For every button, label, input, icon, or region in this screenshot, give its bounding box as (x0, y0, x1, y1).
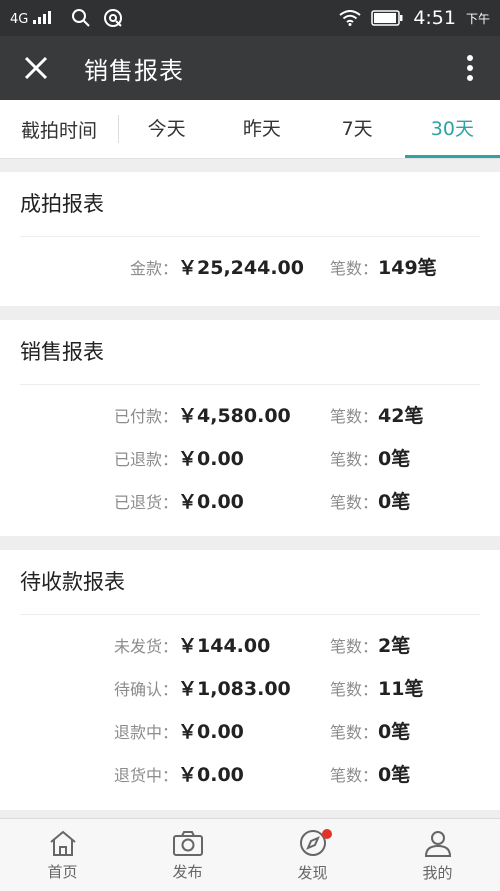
more-button[interactable] (440, 36, 500, 100)
row-count-label: 笔数： (329, 406, 378, 426)
search-icon (71, 9, 90, 27)
row-count: 0笔 (378, 721, 411, 743)
row-count-label: 笔数： (329, 449, 378, 469)
more-vertical-icon (467, 55, 473, 81)
report-row: 退货中： ￥0.00 笔数： 0笔 (20, 752, 480, 795)
network-indicator: 4G (10, 10, 59, 27)
wifi-icon (339, 10, 361, 26)
report-row: 金款： ￥25,244.00 笔数： 149笔 (20, 245, 480, 288)
row-count: 42笔 (378, 405, 424, 427)
row-amount: ￥0.00 (178, 491, 244, 513)
title-bar: 销售报表 (0, 36, 500, 100)
status-bar: 4G 4:51 下午 (0, 0, 500, 36)
row-count: 0笔 (378, 448, 411, 470)
camera-icon (172, 829, 204, 857)
report-row: 未发货： ￥144.00 笔数： 2笔 (20, 623, 480, 666)
section-title: 成拍报表 (20, 172, 480, 237)
nav-label: 发布 (172, 862, 203, 881)
row-count-label: 笔数： (329, 722, 378, 742)
nav-label: 首页 (47, 862, 78, 881)
row-count: 11笔 (378, 678, 424, 700)
bottom-navigation: 首页 发布 发现 我的 (0, 818, 500, 891)
page-title: 销售报表 (84, 56, 184, 85)
nav-mine[interactable]: 我的 (375, 819, 500, 891)
close-icon (24, 56, 48, 80)
nav-publish[interactable]: 发布 (125, 819, 250, 891)
signal-icon (32, 10, 51, 24)
row-label: 已退款： (113, 449, 178, 469)
row-amount: ￥0.00 (178, 448, 244, 470)
section-title: 待收款报表 (20, 550, 480, 615)
row-count-label: 笔数： (329, 679, 378, 699)
row-count-label: 笔数： (329, 258, 378, 278)
filter-label: 截拍时间 (20, 119, 97, 142)
row-count-label: 笔数： (329, 492, 378, 512)
home-icon (48, 829, 78, 857)
user-icon (423, 828, 453, 858)
row-label: 未发货： (113, 636, 178, 656)
section-title: 销售报表 (20, 320, 480, 385)
row-label: 退货中： (113, 765, 178, 785)
row-amount: ￥144.00 (178, 635, 271, 657)
report-row: 退款中： ￥0.00 笔数： 0笔 (20, 709, 480, 752)
row-count: 2笔 (378, 635, 411, 657)
deal-report-card: 成拍报表 金款： ￥25,244.00 笔数： 149笔 (0, 172, 500, 306)
tab-yesterday[interactable]: 昨天 (214, 100, 309, 158)
clock-ampm: 下午 (465, 11, 490, 26)
row-label: 金款： (129, 258, 178, 278)
row-count-label: 笔数： (329, 636, 378, 656)
nav-discover[interactable]: 发现 (250, 819, 375, 891)
row-amount: ￥25,244.00 (178, 257, 304, 279)
network-label: 4G (10, 11, 29, 27)
nav-label: 我的 (422, 863, 453, 882)
report-row: 已退款： ￥0.00 笔数： 0笔 (20, 436, 480, 479)
nav-label: 发现 (297, 863, 328, 882)
receivables-report-card: 待收款报表 未发货： ￥144.00 笔数： 2笔 待确认： ￥1,083.00… (0, 550, 500, 810)
sales-report-card: 销售报表 已付款： ￥4,580.00 笔数： 42笔 已退款： ￥0.00 笔… (0, 320, 500, 536)
row-amount: ￥0.00 (178, 764, 244, 786)
nav-home[interactable]: 首页 (0, 819, 125, 891)
tab-30-days[interactable]: 30天 (404, 100, 500, 158)
row-count: 0笔 (378, 764, 411, 786)
tab-today[interactable]: 今天 (119, 100, 214, 158)
browser-icon (103, 9, 122, 27)
clock: 4:51 (413, 7, 456, 29)
row-count-label: 笔数： (329, 765, 378, 785)
row-count: 0笔 (378, 491, 411, 513)
close-button[interactable] (0, 36, 72, 100)
report-row: 待确认： ￥1,083.00 笔数： 11笔 (20, 666, 480, 709)
row-amount: ￥1,083.00 (178, 678, 291, 700)
row-amount: ￥0.00 (178, 721, 244, 743)
row-label: 退款中： (113, 722, 178, 742)
tab-7-days[interactable]: 7天 (310, 100, 405, 158)
report-row: 已付款： ￥4,580.00 笔数： 42笔 (20, 393, 480, 436)
time-filter-tabs: 截拍时间 今天 昨天 7天 30天 (0, 100, 500, 159)
row-label: 待确认： (113, 679, 178, 699)
row-label: 已付款： (113, 406, 178, 426)
battery-icon (371, 10, 403, 26)
row-count: 149笔 (378, 257, 437, 279)
notification-dot (322, 829, 332, 839)
row-amount: ￥4,580.00 (178, 405, 291, 427)
row-label: 已退货： (113, 492, 178, 512)
report-row: 已退货： ￥0.00 笔数： 0笔 (20, 479, 480, 522)
